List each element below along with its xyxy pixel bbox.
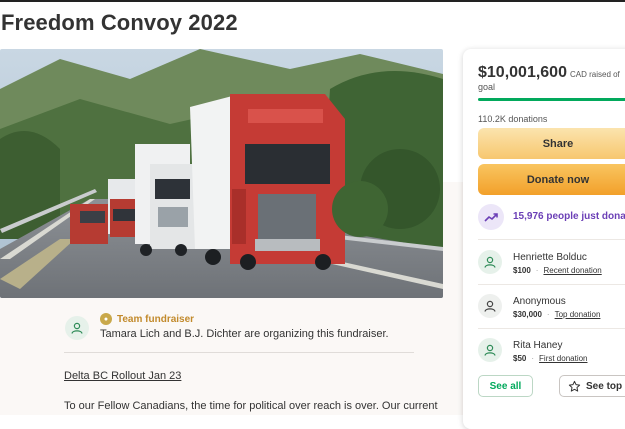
progress-bar	[478, 98, 625, 101]
separator-dot: ·	[531, 354, 535, 363]
progress-bar-fill	[478, 98, 625, 101]
person-icon	[484, 256, 496, 268]
donor-name: Rita Haney	[513, 340, 563, 351]
donor-divider	[478, 284, 625, 285]
separator-dot: ·	[535, 266, 539, 275]
team-icon: ●	[100, 313, 112, 325]
donor-name: Anonymous	[513, 296, 566, 307]
organizer-avatar	[65, 316, 89, 340]
trending-icon	[478, 204, 504, 230]
amount-raised: $10,001,600 CAD raised of	[478, 64, 620, 82]
donor-avatar	[478, 250, 502, 274]
donor-tag-link[interactable]: Top donation	[555, 310, 601, 319]
person-icon	[484, 300, 496, 312]
donor-amount: $50	[513, 354, 527, 363]
page-title: Freedom Convoy 2022	[1, 10, 238, 35]
donor-meta: $50 · First donation	[513, 354, 588, 363]
donate-now-button[interactable]: Donate now	[478, 164, 625, 195]
goal-text: goal	[478, 82, 496, 92]
see-all-button[interactable]: See all	[478, 375, 533, 397]
separator-dot: ·	[546, 310, 550, 319]
person-icon	[71, 322, 83, 334]
donor-meta: $100 · Recent donation	[513, 266, 602, 275]
person-icon	[484, 344, 496, 356]
donor-amount: $30,000	[513, 310, 542, 319]
donor-name: Henriette Bolduc	[513, 252, 587, 263]
donor-tag-link[interactable]: Recent donation	[543, 266, 601, 275]
hero-image[interactable]	[0, 49, 443, 298]
amount-currency: CAD raised of	[569, 70, 620, 79]
recent-donors-count: 15,976 people just dona	[513, 211, 625, 222]
see-top-button[interactable]: See top	[559, 375, 625, 397]
organizer-divider	[64, 352, 414, 353]
donor-avatar	[478, 338, 502, 362]
amount-value: $10,001,600	[478, 64, 567, 81]
star-icon	[568, 380, 581, 392]
organizer-text: Tamara Lich and B.J. Dichter are organiz…	[100, 328, 389, 340]
donor-divider	[478, 328, 625, 329]
share-button[interactable]: Share	[478, 128, 625, 159]
story-heading-link[interactable]: Delta BC Rollout Jan 23	[64, 370, 181, 382]
donor-avatar	[478, 294, 502, 318]
story-text: To our Fellow Canadians, the time for po…	[64, 400, 438, 412]
see-top-label: See top	[586, 380, 623, 392]
donor-amount: $100	[513, 266, 531, 275]
fundraiser-page: Freedom Convoy 2022 ● Team fundraiser Ta…	[0, 0, 625, 429]
team-fundraiser-label: Team fundraiser	[117, 313, 195, 325]
donor-divider	[478, 239, 625, 240]
top-border	[0, 0, 625, 2]
team-fundraiser-badge: ● Team fundraiser	[100, 313, 194, 325]
donor-meta: $30,000 · Top donation	[513, 310, 600, 319]
donations-count: 110.2K donations	[478, 114, 548, 124]
donor-tag-link[interactable]: First donation	[539, 354, 587, 363]
